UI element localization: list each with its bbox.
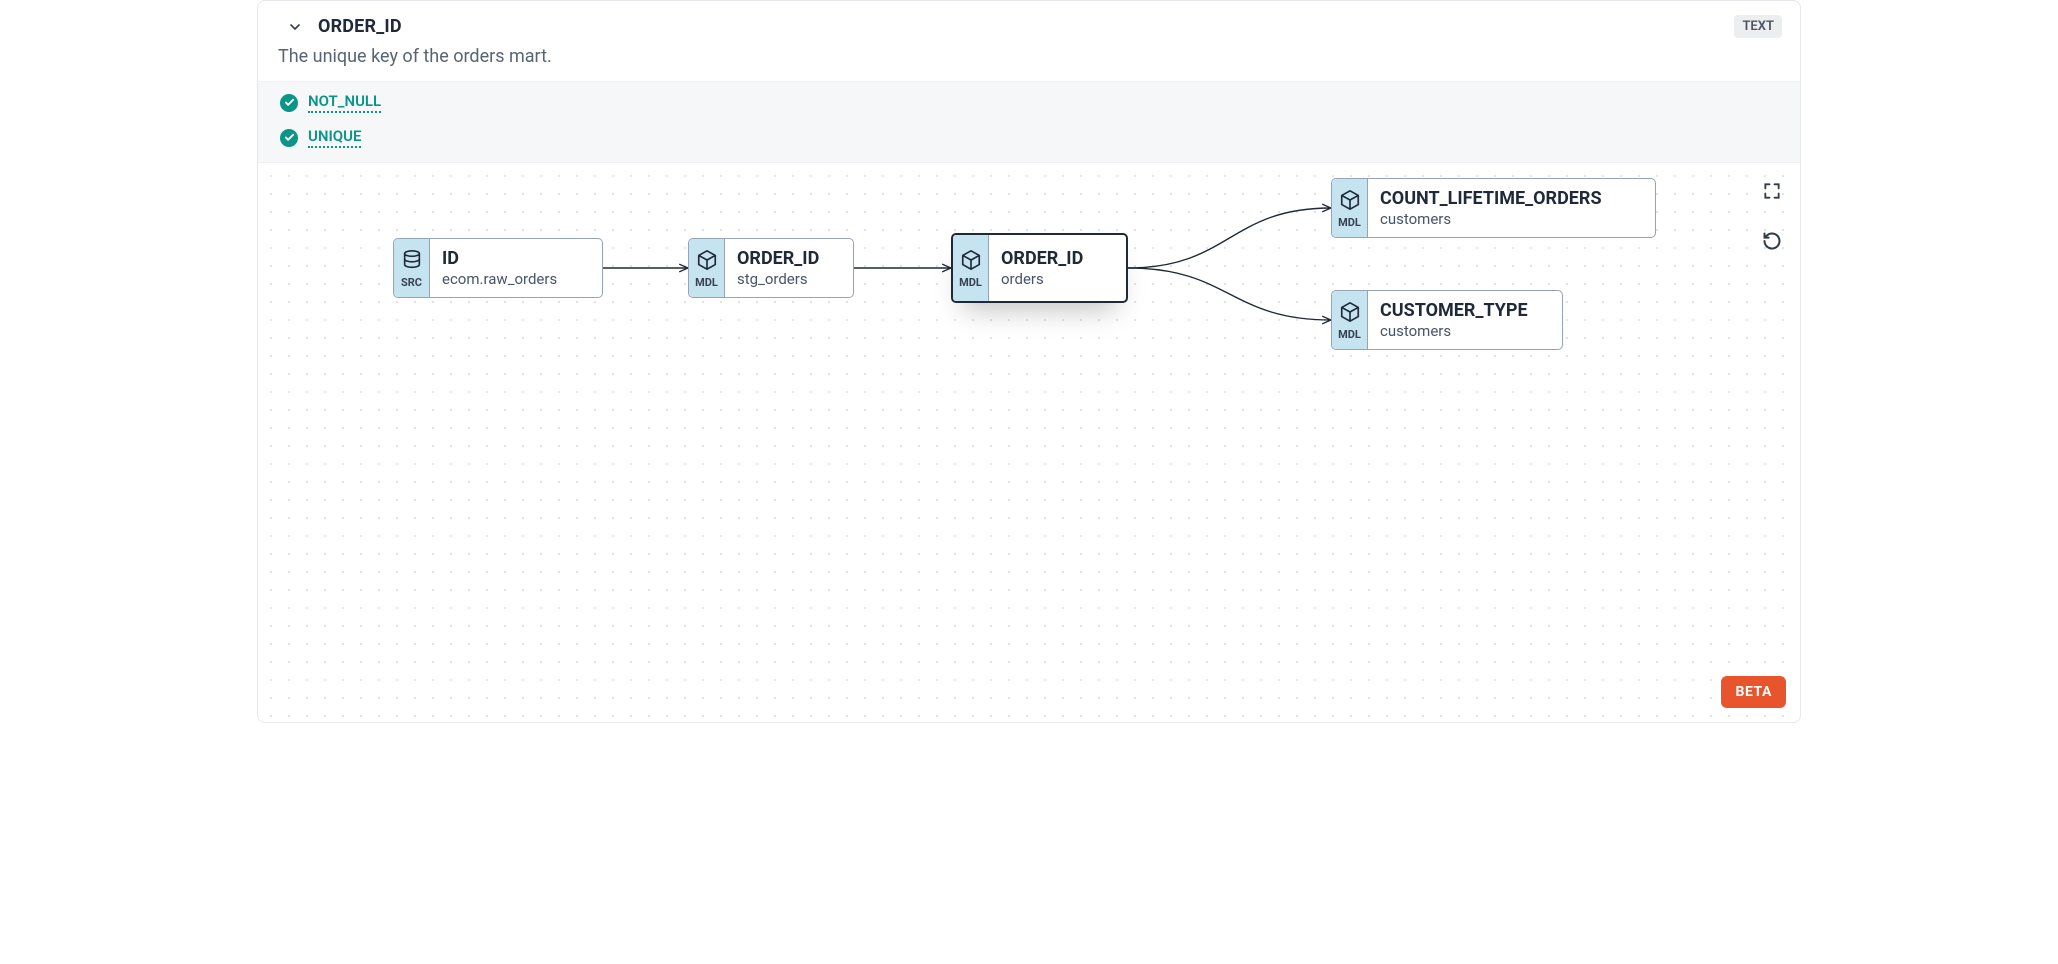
node-title: ORDER_ID bbox=[1001, 248, 1083, 269]
cube-icon bbox=[1339, 301, 1361, 327]
node-subtitle: stg_orders bbox=[737, 270, 819, 288]
fullscreen-button[interactable] bbox=[1758, 177, 1786, 205]
node-subtitle: orders bbox=[1001, 270, 1083, 288]
node-body: CUSTOMER_TYPEcustomers bbox=[1368, 291, 1542, 349]
test-item[interactable]: NOT_NULL bbox=[280, 92, 1778, 113]
node-tag-text: MDL bbox=[959, 276, 982, 289]
node-tag: MDL bbox=[953, 235, 989, 301]
cube-icon bbox=[1339, 189, 1361, 215]
column-type-badge: TEXT bbox=[1734, 15, 1782, 38]
test-name: UNIQUE bbox=[308, 127, 361, 148]
node-tag: MDL bbox=[1332, 179, 1368, 237]
column-details-panel: ORDER_ID TEXT The unique key of the orde… bbox=[257, 0, 1801, 723]
chevron-down-icon[interactable] bbox=[286, 18, 304, 36]
node-title: ID bbox=[442, 248, 557, 269]
node-tag-text: SRC bbox=[401, 276, 422, 289]
test-name: NOT_NULL bbox=[308, 92, 381, 113]
cube-icon bbox=[696, 249, 718, 275]
node-subtitle: customers bbox=[1380, 322, 1528, 340]
node-body: COUNT_LIFETIME_ORDERScustomers bbox=[1368, 179, 1616, 237]
node-tag: MDL bbox=[1332, 291, 1368, 349]
lineage-node[interactable]: MDL CUSTOMER_TYPEcustomers bbox=[1331, 290, 1563, 350]
node-title: ORDER_ID bbox=[737, 248, 819, 269]
column-description: The unique key of the orders mart. bbox=[258, 46, 1800, 81]
check-circle-icon bbox=[280, 129, 298, 147]
node-tag: MDL bbox=[689, 239, 725, 297]
column-title: ORDER_ID bbox=[318, 16, 1720, 37]
node-body: IDecom.raw_orders bbox=[430, 239, 571, 297]
refresh-button[interactable] bbox=[1758, 227, 1786, 255]
beta-badge: BETA bbox=[1721, 676, 1786, 708]
canvas-toolbar bbox=[1758, 177, 1786, 255]
node-title: CUSTOMER_TYPE bbox=[1380, 300, 1528, 321]
check-circle-icon bbox=[280, 94, 298, 112]
node-body: ORDER_IDorders bbox=[989, 235, 1097, 301]
cube-icon bbox=[960, 249, 982, 275]
node-body: ORDER_IDstg_orders bbox=[725, 239, 833, 297]
node-subtitle: customers bbox=[1380, 210, 1602, 228]
lineage-node[interactable]: MDL COUNT_LIFETIME_ORDERScustomers bbox=[1331, 178, 1656, 238]
node-title: COUNT_LIFETIME_ORDERS bbox=[1380, 188, 1602, 209]
node-tag-text: MDL bbox=[1338, 216, 1361, 229]
node-tag: SRC bbox=[394, 239, 430, 297]
tests-bar: NOT_NULL UNIQUE bbox=[258, 81, 1800, 163]
node-tag-text: MDL bbox=[1338, 328, 1361, 341]
node-tag-text: MDL bbox=[695, 276, 718, 289]
lineage-node[interactable]: MDL ORDER_IDstg_orders bbox=[688, 238, 854, 298]
lineage-node[interactable]: SRC IDecom.raw_orders bbox=[393, 238, 603, 298]
lineage-canvas[interactable]: SRCIDecom.raw_ordersMDLORDER_IDstg_order… bbox=[258, 163, 1800, 722]
test-item[interactable]: UNIQUE bbox=[280, 127, 1778, 148]
lineage-node[interactable]: MDL ORDER_IDorders bbox=[951, 233, 1128, 303]
database-icon bbox=[401, 249, 423, 275]
node-subtitle: ecom.raw_orders bbox=[442, 270, 557, 288]
header-row: ORDER_ID TEXT bbox=[258, 1, 1800, 46]
